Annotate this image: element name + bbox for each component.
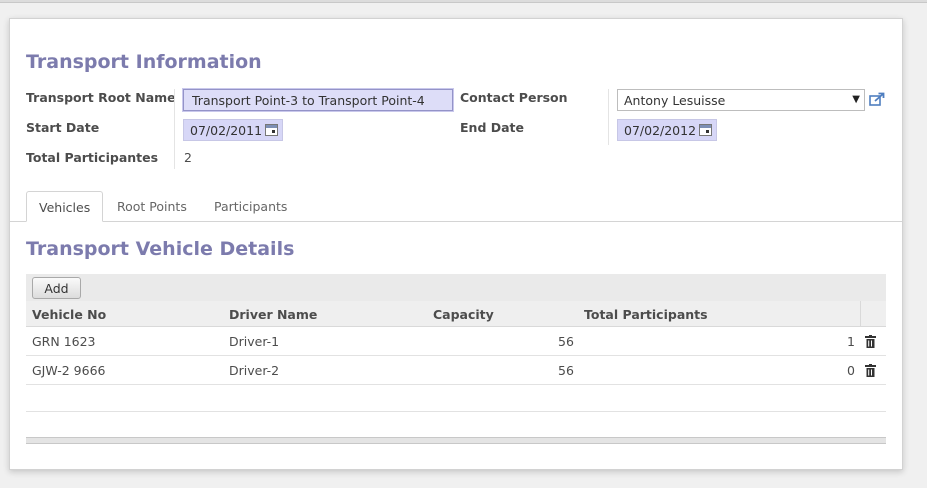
start-date-field[interactable]: 07/02/2011 bbox=[183, 119, 283, 141]
notebook-tabs: Vehicles Root Points Participants bbox=[10, 191, 902, 222]
capacity-cell: 56 bbox=[558, 363, 574, 378]
table-toolbar: Add bbox=[26, 274, 886, 301]
top-border bbox=[0, 0, 927, 3]
total-cell: 0 bbox=[847, 363, 855, 378]
tab-vehicles[interactable]: Vehicles bbox=[26, 191, 104, 222]
end-date-value: 07/02/2012 bbox=[624, 123, 697, 138]
trash-icon[interactable] bbox=[865, 335, 876, 348]
table-row[interactable]: GJW-2 9666 Driver-2 56 0 bbox=[26, 356, 886, 385]
header-divider bbox=[860, 301, 861, 327]
add-button[interactable]: Add bbox=[32, 277, 81, 299]
start-date-label: Start Date bbox=[26, 120, 100, 135]
vehicle-no-cell: GRN 1623 bbox=[32, 334, 96, 349]
vehicle-no-cell: GJW-2 9666 bbox=[32, 363, 106, 378]
contact-person-value: Antony Lesuisse bbox=[624, 93, 726, 108]
vehicle-details-title: Transport Vehicle Details bbox=[26, 238, 295, 260]
external-link-icon[interactable] bbox=[869, 92, 885, 106]
end-date-label: End Date bbox=[460, 120, 525, 135]
vehicles-table: Add Vehicle No Driver Name Capacity Tota… bbox=[26, 274, 886, 444]
total-participants-label: Total Participantes bbox=[26, 150, 159, 165]
label-separator-right bbox=[608, 89, 609, 145]
total-participants-value: 2 bbox=[184, 150, 192, 165]
table-row[interactable]: GRN 1623 Driver-1 56 1 bbox=[26, 327, 886, 356]
col-total-participants[interactable]: Total Participants bbox=[584, 307, 708, 322]
capacity-cell: 56 bbox=[558, 334, 574, 349]
root-name-label: Transport Root Name bbox=[26, 90, 176, 105]
start-date-value: 07/02/2011 bbox=[190, 123, 263, 138]
col-capacity[interactable]: Capacity bbox=[433, 307, 494, 322]
col-vehicle-no[interactable]: Vehicle No bbox=[32, 307, 106, 322]
tab-participants[interactable]: Participants bbox=[202, 191, 299, 222]
total-cell: 1 bbox=[847, 334, 855, 349]
contact-person-select[interactable]: Antony Lesuisse ▼ bbox=[617, 89, 865, 111]
label-separator bbox=[174, 89, 175, 169]
contact-person-label: Contact Person bbox=[460, 90, 568, 105]
table-footer bbox=[26, 437, 886, 444]
tab-root-points[interactable]: Root Points bbox=[105, 191, 199, 222]
trash-icon[interactable] bbox=[865, 364, 876, 377]
root-name-input[interactable] bbox=[183, 89, 453, 111]
driver-cell: Driver-1 bbox=[229, 334, 280, 349]
calendar-icon[interactable] bbox=[265, 124, 278, 136]
table-header: Vehicle No Driver Name Capacity Total Pa… bbox=[26, 301, 886, 327]
empty-row bbox=[26, 385, 886, 412]
caret-down-icon: ▼ bbox=[852, 94, 860, 105]
col-driver-name[interactable]: Driver Name bbox=[229, 307, 317, 322]
form-title: Transport Information bbox=[26, 51, 262, 73]
calendar-icon[interactable] bbox=[699, 124, 712, 136]
end-date-field[interactable]: 07/02/2012 bbox=[617, 119, 717, 141]
driver-cell: Driver-2 bbox=[229, 363, 280, 378]
form-sheet: Transport Information Transport Root Nam… bbox=[9, 18, 903, 470]
